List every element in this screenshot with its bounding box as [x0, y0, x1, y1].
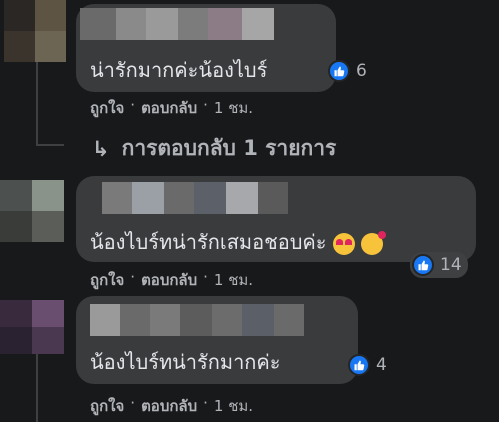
separator: · — [130, 394, 136, 412]
comment-text: น้องไบร์ทน่ารักมากค่ะ — [90, 350, 281, 374]
reply-link[interactable]: ตอบกลับ — [141, 96, 197, 120]
timestamp[interactable]: 1 ชม. — [214, 268, 253, 292]
commenter-name[interactable] — [102, 182, 288, 214]
comment-actions: ถูกใจ · ตอบกลับ · 1 ชม. — [90, 96, 253, 120]
comment-actions: ถูกใจ · ตอบกลับ · 1 ชม. — [90, 394, 253, 418]
view-replies-link[interactable]: ↳ การตอบกลับ 1 รายการ — [92, 132, 336, 165]
timestamp[interactable]: 1 ชม. — [214, 394, 253, 418]
reaction-count: 6 — [356, 61, 367, 81]
replies-link-label: การตอบกลับ 1 รายการ — [121, 136, 337, 160]
reply-arrow-icon: ↳ — [92, 136, 110, 161]
thread-line — [36, 144, 64, 146]
separator: · — [203, 96, 208, 114]
avatar[interactable] — [0, 300, 64, 354]
reaction-count: 14 — [440, 255, 462, 275]
reaction-summary[interactable]: 14 — [410, 252, 468, 278]
comment-text-content: น้องไบร์ทน่ารักเสมอชอบค่ะ — [90, 230, 327, 254]
avatar[interactable] — [4, 0, 66, 62]
separator: · — [130, 96, 136, 114]
comment-text: น้องไบร์ทน่ารักเสมอชอบค่ะ — [90, 226, 387, 258]
commenter-name[interactable] — [80, 8, 274, 40]
smiling-hearts-emoji-icon — [361, 230, 387, 255]
reaction-summary[interactable]: 4 — [346, 352, 393, 378]
comment-bubble: น้องไบร์ทน่ารักมากค่ะ — [76, 296, 358, 384]
separator: · — [130, 268, 136, 286]
reply-link[interactable]: ตอบกลับ — [141, 268, 197, 292]
commenter-name[interactable] — [90, 304, 304, 336]
like-link[interactable]: ถูกใจ — [90, 268, 124, 292]
comment-text: น่ารักมากค่ะน้องไบร์ — [90, 58, 268, 82]
like-icon — [348, 354, 370, 376]
comment-bubble: น้องไบร์ทน่ารักเสมอชอบค่ะ — [76, 176, 476, 262]
heart-eyes-emoji-icon — [332, 232, 355, 255]
avatar[interactable] — [0, 180, 64, 242]
comment-actions: ถูกใจ · ตอบกลับ · 1 ชม. — [90, 268, 253, 292]
like-link[interactable]: ถูกใจ — [90, 96, 124, 120]
reaction-summary[interactable]: 6 — [326, 58, 373, 84]
separator: · — [203, 394, 208, 412]
reaction-count: 4 — [376, 355, 387, 375]
reply-link[interactable]: ตอบกลับ — [141, 394, 197, 418]
thread-line — [36, 62, 38, 146]
like-icon — [412, 254, 434, 276]
like-icon — [328, 60, 350, 82]
separator: · — [203, 268, 208, 286]
timestamp[interactable]: 1 ชม. — [214, 96, 253, 120]
comment-bubble: น่ารักมากค่ะน้องไบร์ — [76, 4, 336, 92]
like-link[interactable]: ถูกใจ — [90, 394, 124, 418]
